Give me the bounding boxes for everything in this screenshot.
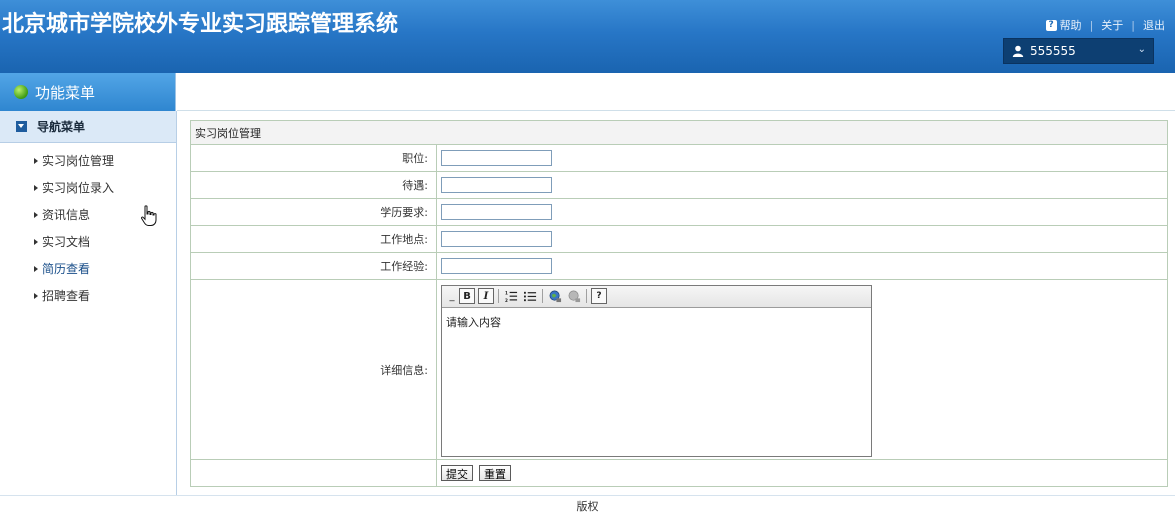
reset-button[interactable]: 重置 [479,465,511,481]
link-divider: | [1131,18,1135,32]
position-input[interactable] [441,150,552,166]
insert-link-icon[interactable] [547,288,563,304]
about-link[interactable]: 关于 [1101,17,1123,33]
italic-button[interactable]: I [478,288,494,304]
sidebar-heading: 功能菜单 [0,73,176,111]
field-label: 详细信息: [190,279,437,460]
sidebar-item-label: 实习岗位管理 [42,154,115,168]
position-form: 实习岗位管理 职位: 待遇: 学历要求: 工作地点: 工作经验: 详细信息: _… [190,120,1168,487]
salary-input[interactable] [441,177,552,193]
menu-cube-icon [14,85,28,99]
hand-cursor-icon [140,205,157,226]
form-title: 实习岗位管理 [190,120,1168,145]
bullet-arrow-icon [34,184,38,191]
sidebar-item-position-manage[interactable]: 实习岗位管理 [0,147,176,174]
field-label: 工作经验: [190,252,437,280]
bullet-arrow-icon [34,211,38,218]
bullet-arrow-icon [34,238,38,245]
field-label: 待遇: [190,171,437,199]
sidebar-heading-label: 功能菜单 [35,83,96,102]
education-input[interactable] [441,204,552,220]
field-label: 工作地点: [190,225,437,253]
sidebar-item-label: 招聘查看 [42,289,91,303]
submit-button[interactable]: 提交 [441,465,473,481]
app-title: 北京城市学院校外专业实习跟踪管理系统 [2,12,399,37]
sidebar-item-resume-view[interactable]: 简历查看 [0,255,176,282]
ordered-list-icon[interactable]: 12 [503,288,519,304]
sidebar-item-label: 资讯信息 [42,208,91,222]
bullet-arrow-icon [34,265,38,272]
svg-text:1: 1 [505,290,508,295]
bullet-arrow-icon [34,292,38,299]
logout-link[interactable]: 退出 [1143,17,1165,33]
footer-copyright: 版权 [0,495,1175,513]
help-link[interactable]: 帮助 [1060,17,1082,33]
help-button[interactable]: ? [591,288,607,304]
editor-toolbar: _ B I 12 ? [442,285,871,308]
svg-text:2: 2 [505,298,508,303]
content-area: 实习岗位管理 职位: 待遇: 学历要求: 工作地点: 工作经验: 详细信息: _… [177,111,1175,495]
link-divider: | [1089,18,1094,32]
help-icon[interactable]: ? [1045,19,1057,31]
bullet-list-icon[interactable] [522,288,538,304]
collapse-icon[interactable] [16,121,27,132]
sidebar-item-documents[interactable]: 实习文档 [0,228,176,255]
bullet-arrow-icon [34,157,38,164]
chevron-down-icon: ⌄ [1137,44,1146,55]
unlink-icon[interactable] [566,288,582,304]
sidebar-item-recruit-view[interactable]: 招聘查看 [0,282,176,309]
sidebar-item-position-entry[interactable]: 实习岗位录入 [0,174,176,201]
rich-text-editor: _ B I 12 ? 请输入内容 [441,284,872,457]
bold-button[interactable]: B [459,288,475,304]
editor-content[interactable]: 请输入内容 [442,308,871,456]
sidebar: 导航菜单 实习岗位管理 实习岗位录入 资讯信息 实习文档 简历查看 招聘查看 [0,111,177,495]
toolbar-divider [498,289,499,303]
toolbar-divider [542,289,543,303]
nav-group-header[interactable]: 导航菜单 [0,111,176,143]
empty-label-cell [190,459,437,487]
main-top-bar [177,73,1175,111]
sidebar-item-label: 实习文档 [42,235,91,249]
user-name: 555555 [1030,44,1076,58]
field-label: 学历要求: [190,198,437,226]
sidebar-item-label: 简历查看 [42,262,91,276]
toolbar-divider [586,289,587,303]
top-links: ? 帮助 | 关于 | 退出 [1045,17,1165,33]
experience-input[interactable] [441,258,552,274]
nav-group-label: 导航菜单 [37,120,86,134]
user-icon [1012,45,1024,57]
user-dropdown[interactable]: 555555 ⌄ [1003,38,1154,64]
app-header: 北京城市学院校外专业实习跟踪管理系统 ? 帮助 | 关于 | 退出 555555… [0,0,1175,73]
source-icon[interactable]: _ [448,288,456,304]
field-label: 职位: [190,144,437,172]
location-input[interactable] [441,231,552,247]
sidebar-item-label: 实习岗位录入 [42,181,115,195]
